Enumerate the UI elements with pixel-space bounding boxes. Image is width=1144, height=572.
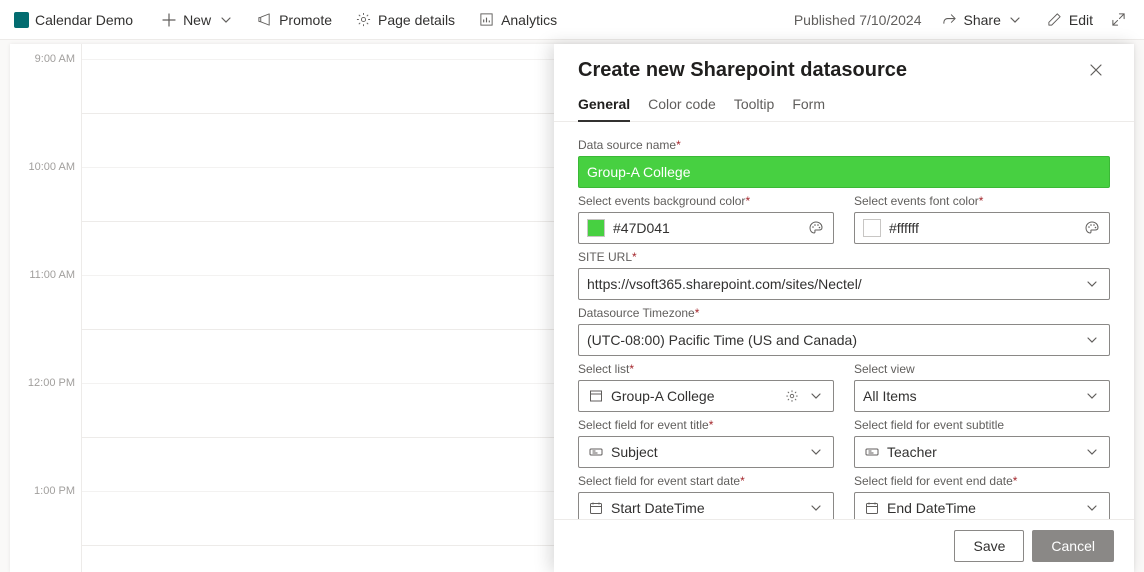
expand-icon [1111, 12, 1126, 27]
analytics-icon [479, 12, 494, 27]
plus-icon [161, 12, 176, 27]
chevron-down-icon [1083, 499, 1101, 517]
title-field-dropdown[interactable]: Subject [578, 436, 834, 468]
tab-tooltip[interactable]: Tooltip [734, 88, 774, 122]
promote-button[interactable]: Promote [247, 6, 342, 34]
site-url-select[interactable]: https://vsoft365.sharepoint.com/sites/Ne… [578, 268, 1110, 300]
share-label: Share [964, 12, 1001, 28]
new-button[interactable]: New [151, 6, 243, 34]
time-label: 1:00 PM [34, 485, 75, 497]
chevron-down-icon [807, 443, 825, 461]
select-view-dropdown[interactable]: All Items [854, 380, 1110, 412]
subtitle-field-value: Teacher [887, 444, 1077, 460]
edit-label: Edit [1069, 12, 1093, 28]
bg-color-input[interactable]: #47D041 [578, 212, 834, 244]
timezone-value: (UTC-08:00) Pacific Time (US and Canada) [587, 332, 1077, 348]
share-button[interactable]: Share [932, 6, 1033, 34]
tab-form[interactable]: Form [792, 88, 825, 122]
list-icon [587, 387, 605, 405]
calendar-icon [587, 499, 605, 517]
page-details-button[interactable]: Page details [346, 6, 465, 34]
close-icon [1089, 63, 1103, 77]
bg-color-label: Select events background color* [578, 194, 834, 208]
chevron-down-icon [1083, 443, 1101, 461]
font-color-swatch [863, 219, 881, 237]
share-icon [942, 12, 957, 27]
font-color-input[interactable]: #ffffff [854, 212, 1110, 244]
time-label: 9:00 AM [35, 53, 75, 65]
calendar-icon [863, 499, 881, 517]
text-field-icon [863, 443, 881, 461]
chevron-down-icon [1083, 387, 1101, 405]
published-status: Published 7/10/2024 [788, 12, 928, 28]
chevron-down-icon [1083, 331, 1101, 349]
select-view-label: Select view [854, 362, 1110, 376]
bg-color-swatch [587, 219, 605, 237]
end-field-dropdown[interactable]: End DateTime [854, 492, 1110, 519]
font-color-value: #ffffff [889, 220, 1077, 236]
panel-body[interactable]: Data source name* Select events backgrou… [554, 122, 1134, 519]
analytics-label: Analytics [501, 12, 557, 28]
app-logo-icon [14, 12, 29, 27]
select-view-value: All Items [863, 388, 1077, 404]
start-field-label: Select field for event start date* [578, 474, 834, 488]
app-title: Calendar Demo [35, 12, 133, 28]
gear-icon[interactable] [783, 387, 801, 405]
start-field-dropdown[interactable]: Start DateTime [578, 492, 834, 519]
page-details-label: Page details [378, 12, 455, 28]
time-label: 11:00 AM [29, 269, 75, 281]
chevron-down-icon [807, 499, 825, 517]
title-field-label: Select field for event title* [578, 418, 834, 432]
time-label: 12:00 PM [28, 377, 75, 389]
site-url-value: https://vsoft365.sharepoint.com/sites/Ne… [587, 276, 1077, 292]
start-field-value: Start DateTime [611, 500, 801, 516]
timezone-select[interactable]: (UTC-08:00) Pacific Time (US and Canada) [578, 324, 1110, 356]
close-button[interactable] [1082, 56, 1110, 84]
title-field-value: Subject [611, 444, 801, 460]
cancel-button[interactable]: Cancel [1032, 530, 1114, 562]
bg-color-value: #47D041 [613, 220, 801, 236]
chevron-down-icon [218, 12, 233, 27]
end-field-value: End DateTime [887, 500, 1077, 516]
end-field-label: Select field for event end date* [854, 474, 1110, 488]
chevron-down-icon [1008, 12, 1023, 27]
new-label: New [183, 12, 211, 28]
site-url-label: SITE URL* [578, 250, 1110, 264]
select-list-value: Group-A College [611, 388, 777, 404]
ds-name-input[interactable] [578, 156, 1110, 188]
color-palette-icon[interactable] [1083, 219, 1101, 237]
save-button[interactable]: Save [954, 530, 1024, 562]
promote-label: Promote [279, 12, 332, 28]
command-bar: Calendar Demo New Promote Page details A… [0, 0, 1144, 40]
subtitle-field-dropdown[interactable]: Teacher [854, 436, 1110, 468]
timezone-label: Datasource Timezone* [578, 306, 1110, 320]
font-color-label: Select events font color* [854, 194, 1110, 208]
datasource-panel: Create new Sharepoint datasource General… [554, 44, 1134, 572]
ds-name-label: Data source name* [578, 138, 1110, 152]
edit-button[interactable]: Edit [1037, 6, 1103, 34]
megaphone-icon [257, 12, 272, 27]
chevron-down-icon [807, 387, 825, 405]
tab-general[interactable]: General [578, 88, 630, 122]
gear-icon [356, 12, 371, 27]
panel-tabs: General Color code Tooltip Form [554, 88, 1134, 122]
chevron-down-icon [1083, 275, 1101, 293]
select-list-dropdown[interactable]: Group-A College [578, 380, 834, 412]
time-label: 10:00 AM [29, 161, 75, 173]
subtitle-field-label: Select field for event subtitle [854, 418, 1110, 432]
analytics-button[interactable]: Analytics [469, 6, 567, 34]
text-field-icon [587, 443, 605, 461]
panel-title: Create new Sharepoint datasource [578, 59, 907, 82]
pencil-icon [1047, 12, 1062, 27]
panel-footer: Save Cancel [554, 519, 1134, 572]
expand-button[interactable] [1107, 6, 1130, 33]
tab-color-code[interactable]: Color code [648, 88, 716, 122]
color-palette-icon[interactable] [807, 219, 825, 237]
time-column: 9:00 AM 10:00 AM 11:00 AM 12:00 PM 1:00 … [10, 44, 82, 572]
select-list-label: Select list* [578, 362, 834, 376]
